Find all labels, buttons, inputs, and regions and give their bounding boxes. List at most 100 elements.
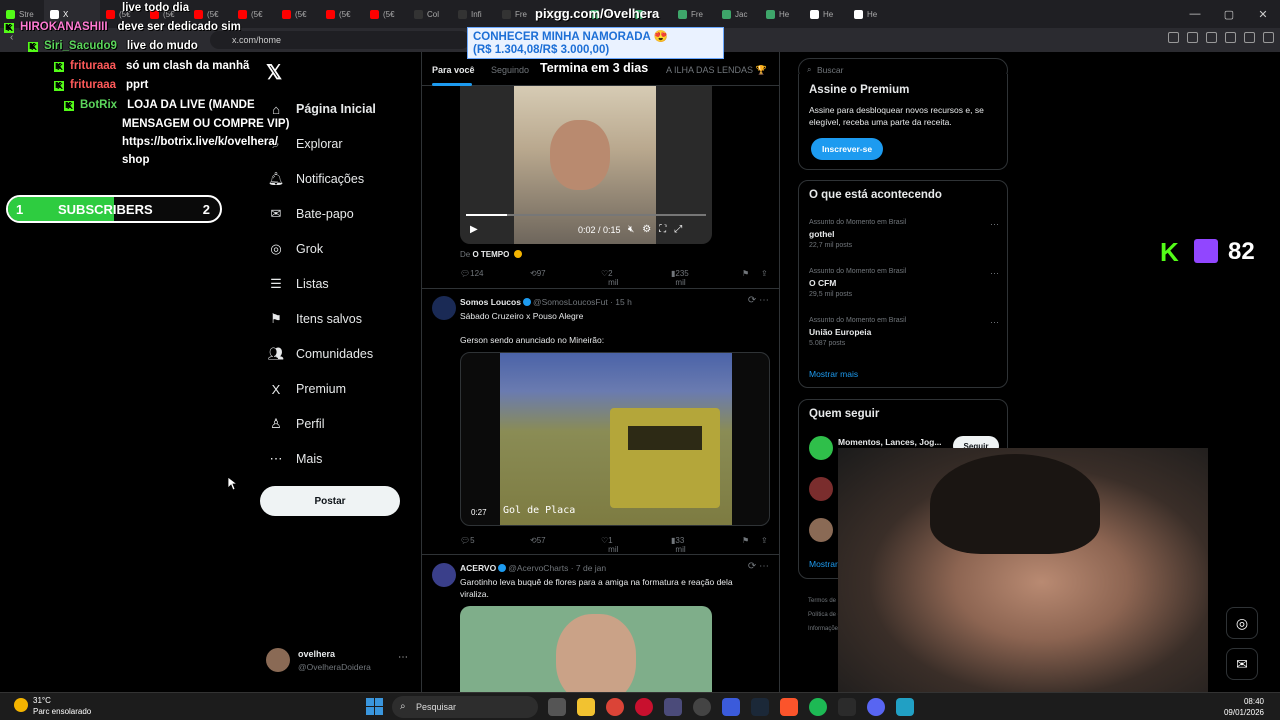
video-player[interactable]: 0:27 Gol de Placa xyxy=(460,352,770,526)
sidebar-icon[interactable] xyxy=(1244,32,1255,43)
bookmark-icon[interactable]: ⚑ xyxy=(742,269,749,278)
reply-button[interactable]: 💬︎ 124 xyxy=(460,269,484,278)
browser-tab[interactable]: He xyxy=(804,0,848,28)
post-button[interactable]: Postar xyxy=(260,486,400,516)
more-options-icon[interactable]: ⋯ xyxy=(990,317,999,328)
discord-icon[interactable] xyxy=(867,698,885,716)
tab-following[interactable]: Seguindo xyxy=(491,65,529,75)
extension-icon[interactable] xyxy=(1168,32,1179,43)
suggestion-name: Momentos, Lances, Jog... xyxy=(838,437,942,447)
app-icon[interactable] xyxy=(693,698,711,716)
nav-item-list[interactable]: ☰ Listas xyxy=(268,273,328,295)
more-options-icon[interactable]: ⋯ xyxy=(990,219,999,230)
nav-item-more[interactable]: ⋯ Mais xyxy=(268,448,323,470)
tab-for-you[interactable]: Para você xyxy=(432,65,475,75)
browser-tab[interactable]: He xyxy=(760,0,804,28)
messages-button[interactable]: ✉ xyxy=(1226,648,1258,680)
opera-icon[interactable] xyxy=(635,698,653,716)
app-icon[interactable] xyxy=(722,698,740,716)
views-button[interactable]: ▮ 33 mil xyxy=(671,536,686,554)
chat-message: K BotRix LOJA DA LIVE (MANDE xyxy=(64,99,255,111)
play-icon[interactable]: ▶ xyxy=(470,224,478,235)
trend-context: Assunto do Momento em Brasil xyxy=(809,317,907,324)
browser-tab[interactable]: (5€ xyxy=(320,0,364,28)
extension-icon[interactable] xyxy=(1206,32,1217,43)
repost-count: 97 xyxy=(536,269,546,278)
trend-count: 29,5 mil posts xyxy=(809,291,853,298)
browser-tab[interactable]: (5€ xyxy=(364,0,408,28)
sub-goal-current: 1 xyxy=(16,202,24,217)
tweet-image[interactable] xyxy=(460,606,712,692)
browser-tab[interactable]: Fre xyxy=(672,0,716,28)
tab-label: Fre xyxy=(691,9,703,19)
trend-name: O CFM xyxy=(809,278,837,288)
nav-item-label: Itens salvos xyxy=(296,312,363,326)
grok-button[interactable]: ◎ xyxy=(1226,607,1258,639)
like-button[interactable]: ♡ 1 mil xyxy=(601,536,618,554)
file-explorer-icon[interactable] xyxy=(577,698,595,716)
app-icon[interactable] xyxy=(664,698,682,716)
video-settings-icons[interactable]: 🔇︎⚙⛶⤢ xyxy=(628,224,690,235)
chat-username: HIROKANASHIII xyxy=(20,21,108,33)
reply-count: 5 xyxy=(470,536,475,545)
nav-item-person[interactable]: ♙ Perfil xyxy=(268,413,324,435)
nav-item-people[interactable]: 👥︎ Comunidades xyxy=(268,343,373,365)
more-options-icon[interactable]: ⋯ xyxy=(398,652,408,663)
share-icon[interactable]: ⇪ xyxy=(761,536,768,545)
reply-button[interactable]: 💬︎ 5 xyxy=(460,536,475,545)
trend-item[interactable]: Assunto do Momento em Brasil União Europe… xyxy=(809,317,999,347)
maximize-icon[interactable]: ▢ xyxy=(1212,0,1246,28)
nav-item-bell[interactable]: 🔔︎ Notificações xyxy=(268,168,364,190)
browser-tab[interactable]: Jac xyxy=(716,0,760,28)
bookmark-icon[interactable]: ⚑ xyxy=(742,536,749,545)
nav-item-grok[interactable]: ◎ Grok xyxy=(268,238,323,260)
source-link[interactable]: O TEMPO xyxy=(472,250,509,259)
spotify-icon[interactable] xyxy=(809,698,827,716)
steam-icon[interactable] xyxy=(751,698,769,716)
author-name[interactable]: ACERVO xyxy=(460,563,496,573)
avatar[interactable] xyxy=(432,563,456,587)
browser-tab[interactable]: Col xyxy=(408,0,452,28)
extension-icon[interactable] xyxy=(1225,32,1236,43)
share-icon[interactable]: ⇪ xyxy=(761,269,768,278)
like-button[interactable]: ♡ 2 mil xyxy=(601,269,618,287)
show-more-link[interactable]: Mostrar mais xyxy=(809,369,858,379)
trend-count: 22,7 mil posts xyxy=(809,242,853,249)
more-options-icon[interactable]: ⋯ xyxy=(990,268,999,279)
nav-item-bookmark[interactable]: ⚑ Itens salvos xyxy=(268,308,362,330)
more-options-icon[interactable]: ⟳ ⋯ xyxy=(748,295,769,306)
taskbar-search[interactable]: ⌕ Pesquisar xyxy=(392,696,538,718)
system-clock[interactable]: 08:40 09/01/2026 xyxy=(1224,696,1264,718)
tab-community[interactable]: A ILHA DAS LENDAS 🏆 xyxy=(666,65,767,76)
browser-tab[interactable]: Infi xyxy=(452,0,496,28)
brave-icon[interactable] xyxy=(780,698,798,716)
close-window-icon[interactable]: ✕ xyxy=(1246,0,1280,28)
task-view-icon[interactable] xyxy=(548,698,566,716)
video-progress-bar[interactable] xyxy=(466,214,706,216)
reply-count: 124 xyxy=(470,269,484,278)
nav-item-mail[interactable]: ✉ Bate-papo xyxy=(268,203,354,225)
browser-tab[interactable]: He xyxy=(848,0,892,28)
repost-button[interactable]: ⟲ 97 xyxy=(530,269,546,278)
extension-icon[interactable] xyxy=(1187,32,1198,43)
app-icon[interactable] xyxy=(896,698,914,716)
minimize-icon[interactable]: — xyxy=(1178,0,1212,28)
author-name[interactable]: Somos Loucos xyxy=(460,297,521,307)
trend-item[interactable]: Assunto do Momento em Brasil O CFM 29,5 mi… xyxy=(809,268,999,298)
repost-button[interactable]: ⟲ 57 xyxy=(530,536,546,545)
trend-item[interactable]: Assunto do Momento em Brasil gothel 22,7 m… xyxy=(809,219,999,249)
video-player[interactable]: ▶ 0:02 / 0:15 🔇︎⚙⛶⤢ xyxy=(460,86,712,244)
account-switcher[interactable]: ovelhera @OvelheraDoidera ⋯ xyxy=(266,646,408,676)
menu-icon[interactable] xyxy=(1263,32,1274,43)
browser-tab[interactable]: Fre xyxy=(496,0,540,28)
timeline: ▶ 0:02 / 0:15 🔇︎⚙⛶⤢ De O TEMPO 💬︎ 124 ⟲ … xyxy=(421,52,780,692)
views-button[interactable]: ▮ 235 mil xyxy=(671,269,689,287)
avatar[interactable] xyxy=(432,296,456,320)
chat-text: live todo dia xyxy=(122,2,190,14)
more-options-icon[interactable]: ⟳ ⋯ xyxy=(748,561,769,572)
nav-item-x[interactable]: X Premium xyxy=(268,378,346,400)
app-icon[interactable] xyxy=(838,698,856,716)
subscribe-button[interactable]: Inscrever-se xyxy=(811,138,883,160)
start-button[interactable] xyxy=(366,698,383,715)
chrome-icon[interactable] xyxy=(606,698,624,716)
